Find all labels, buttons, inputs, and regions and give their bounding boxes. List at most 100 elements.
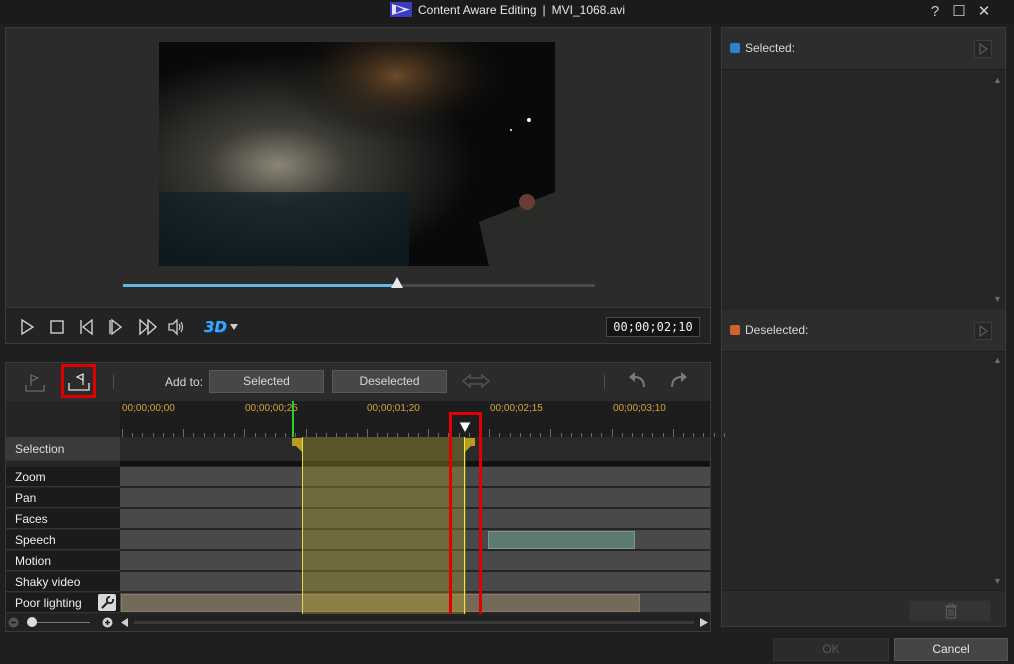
play-icon	[979, 324, 989, 338]
maximize-button[interactable]: ☐	[949, 2, 969, 22]
track-label-faces: Faces	[6, 509, 120, 529]
deselected-label: Deselected:	[745, 323, 809, 337]
ruler-tick	[305, 429, 307, 437]
ruler-tick	[183, 429, 185, 437]
playback-slider[interactable]	[123, 277, 595, 288]
chevron-down-icon	[229, 324, 238, 330]
ruler-tick	[244, 429, 246, 437]
toolbar-divider	[604, 375, 605, 389]
track-label-pan: Pan	[6, 488, 120, 508]
deselected-header: Deselected:	[722, 310, 1005, 352]
ruler-tick	[723, 433, 725, 437]
track-label-motion: Motion	[6, 551, 120, 571]
timecode-display[interactable]: 00;00;02;10	[606, 317, 700, 337]
ruler-tick	[428, 429, 429, 437]
selection-range[interactable]	[302, 437, 466, 614]
playback-slider-thumb[interactable]	[390, 277, 403, 288]
ruler-tick	[366, 429, 368, 437]
scroll-right-icon[interactable]	[700, 618, 708, 627]
track-label-selection: Selection	[6, 437, 120, 461]
playback-progress	[123, 284, 397, 287]
highlight-box	[449, 412, 482, 626]
title-bar: Content Aware Editing | MVI_1068.avi ? ☐…	[0, 0, 1014, 24]
scroll-left-icon[interactable]	[121, 618, 129, 627]
swap-arrows-icon[interactable]	[462, 374, 490, 388]
play-icon[interactable]	[18, 318, 36, 336]
wrench-icon	[101, 595, 115, 609]
ruler-tick	[489, 429, 491, 437]
ruler-tick	[122, 429, 123, 437]
scroll-up-icon[interactable]: ▲	[993, 355, 1002, 365]
volume-icon[interactable]	[167, 318, 185, 336]
zoom-slider[interactable]	[30, 622, 90, 623]
help-button[interactable]: ?	[925, 2, 945, 22]
3d-mode-button[interactable]: 3D	[204, 316, 244, 338]
selected-color-swatch	[730, 43, 740, 53]
highlight-box	[61, 364, 96, 398]
app-logo-icon	[390, 2, 412, 17]
3d-label: 3D	[204, 318, 227, 336]
undo-icon[interactable]	[626, 372, 648, 390]
speech-clip[interactable]	[488, 531, 635, 549]
settings-button[interactable]	[98, 594, 116, 611]
ok-button[interactable]: OK	[773, 638, 889, 661]
zoom-slider-thumb[interactable]	[27, 617, 37, 627]
ruler-tick	[713, 433, 715, 437]
close-button[interactable]: ✕	[974, 2, 994, 22]
timeline-scrollbar[interactable]	[134, 621, 694, 624]
trash-icon	[945, 603, 957, 619]
ruler-tick	[611, 429, 613, 437]
stop-icon[interactable]	[48, 318, 66, 336]
zoom-in-icon[interactable]	[102, 617, 113, 628]
clip-lists-panel: Selected: ▲ ▼ Deselected: ▲ ▼	[721, 27, 1006, 627]
window-title-file: MVI_1068.avi	[551, 2, 626, 17]
deselected-list[interactable]: ▲ ▼	[722, 353, 1005, 589]
track-label-zoom: Zoom	[6, 467, 120, 487]
ruler-label: 00;00;00;25	[245, 403, 298, 414]
zoom-out-icon[interactable]	[8, 617, 19, 628]
play-selected-button[interactable]	[974, 40, 992, 58]
clip-list-footer	[722, 590, 1005, 626]
deselected-color-swatch	[730, 325, 740, 335]
toolbar-divider	[113, 375, 114, 389]
mark-in-icon[interactable]	[22, 369, 48, 395]
ruler-tick	[550, 429, 552, 437]
timeline-footer	[6, 614, 710, 631]
play-deselected-button[interactable]	[974, 322, 992, 340]
redo-icon[interactable]	[668, 372, 690, 390]
add-to-deselected-button[interactable]: Deselected	[332, 370, 447, 393]
scroll-down-icon[interactable]: ▼	[993, 576, 1002, 586]
timeline-ruler[interactable]: 00;00;00;00 00;00;00;25 00;00;01;20 00;0…	[120, 401, 725, 437]
track-label-speech: Speech	[6, 530, 120, 550]
fast-forward-icon[interactable]	[138, 318, 160, 336]
timeline-panel: Add to: Selected Deselected 00;00;00;00 …	[5, 362, 725, 632]
play-icon	[979, 42, 989, 56]
selected-header: Selected:	[722, 28, 1005, 70]
video-frame	[159, 42, 555, 266]
ruler-label: 00;00;00;00	[122, 403, 175, 414]
window-title: Content Aware Editing | MVI_1068.avi	[390, 2, 625, 17]
video-image	[159, 42, 555, 266]
track-label-shaky-video: Shaky video	[6, 572, 120, 592]
preview-panel: 3D 00;00;02;10	[5, 27, 711, 344]
selected-list[interactable]: ▲ ▼	[722, 71, 1005, 309]
window-title-separator: |	[542, 2, 546, 17]
selected-label: Selected:	[745, 41, 796, 55]
cancel-button[interactable]: Cancel	[894, 638, 1008, 661]
add-to-selected-button[interactable]: Selected	[209, 370, 324, 393]
ruler-label: 00;00;01;20	[367, 403, 420, 414]
timeline-toolbar: Add to: Selected Deselected	[6, 363, 710, 401]
delete-button[interactable]	[909, 600, 991, 622]
ruler-label: 00;00;02;15	[490, 403, 543, 414]
play-marker	[292, 401, 294, 437]
window-title-app: Content Aware Editing	[418, 2, 537, 17]
playback-controls: 3D 00;00;02;10	[6, 307, 710, 343]
selection-in-handle[interactable]	[292, 438, 302, 452]
ruler-tick	[672, 429, 674, 437]
add-to-label: Add to:	[165, 375, 204, 389]
next-frame-icon[interactable]	[107, 318, 125, 336]
scroll-down-icon[interactable]: ▼	[993, 294, 1002, 304]
scroll-up-icon[interactable]: ▲	[993, 75, 1002, 85]
previous-frame-icon[interactable]	[78, 318, 96, 336]
ruler-label: 00;00;03;10	[613, 403, 666, 414]
